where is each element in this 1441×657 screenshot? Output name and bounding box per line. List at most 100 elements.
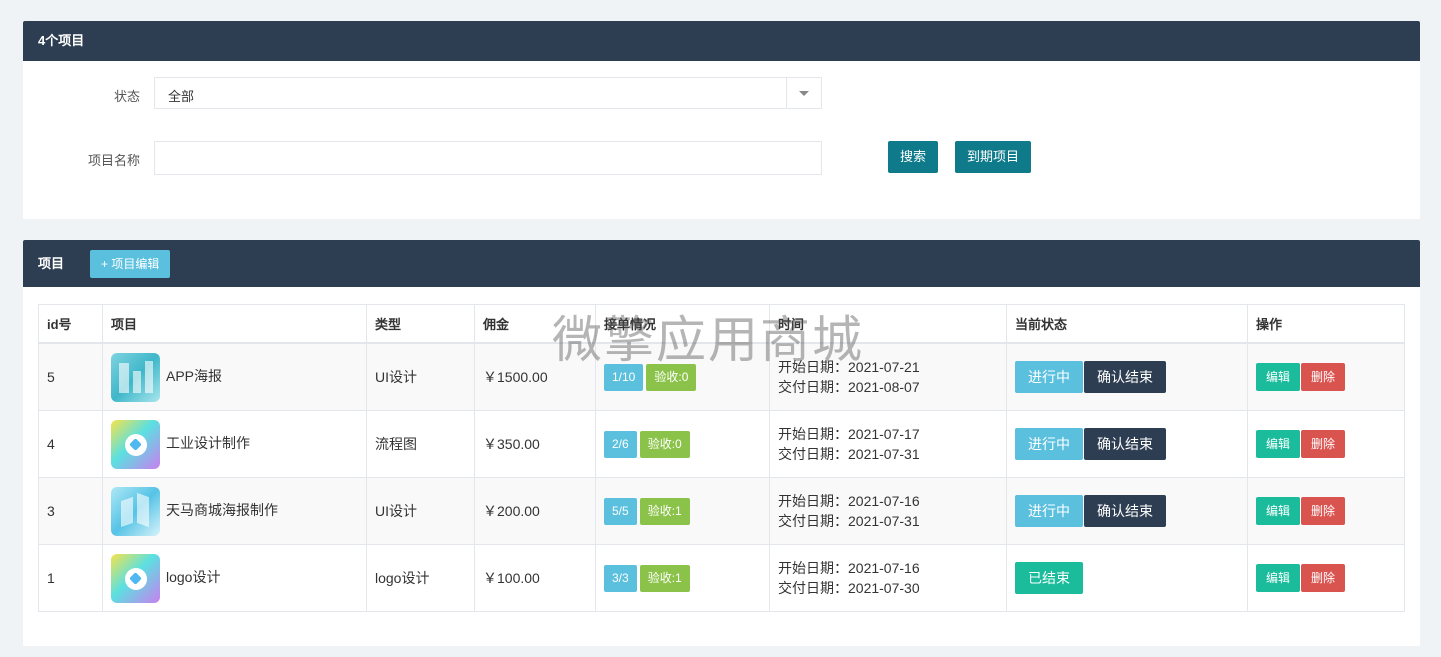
delete-button[interactable]: 删除 bbox=[1301, 497, 1346, 525]
status-select[interactable]: 全部 bbox=[154, 77, 822, 109]
project-list-header: 项目 + 项目编辑 bbox=[23, 240, 1420, 287]
cell-orders: 1/10 验收:0 bbox=[595, 342, 770, 411]
tag-icon bbox=[111, 553, 160, 603]
status-select-toggle[interactable] bbox=[786, 78, 821, 108]
col-actions: 操作 bbox=[1247, 304, 1405, 344]
col-status: 当前状态 bbox=[1006, 304, 1248, 344]
cell-time: 开始日期：2021-07-17 交付日期：2021-07-31 bbox=[769, 410, 1007, 478]
edit-button[interactable]: 编辑 bbox=[1256, 363, 1301, 391]
delete-button[interactable]: 删除 bbox=[1301, 363, 1346, 391]
cell-type: logo设计 bbox=[366, 544, 475, 612]
end-date: 交付日期：2021-07-31 bbox=[778, 446, 920, 462]
col-fee: 佣金 bbox=[474, 304, 596, 344]
cell-status: 进行中 确认结束 bbox=[1006, 410, 1248, 478]
accepted-badge: 验收:1 bbox=[639, 497, 690, 525]
cell-actions: 编辑 删除 bbox=[1247, 342, 1405, 411]
cell-time: 开始日期：2021-07-21 交付日期：2021-08-07 bbox=[769, 342, 1007, 411]
cell-project: APP海报 bbox=[102, 342, 367, 411]
cell-status: 已结束 bbox=[1006, 544, 1248, 612]
table-row: 4 工业设计制作 流程图 ￥350.00 2/6 验收:0 开始日期：2021-0… bbox=[38, 410, 1405, 478]
delete-button[interactable]: 删除 bbox=[1301, 564, 1346, 592]
start-date: 开始日期：2021-07-21 bbox=[778, 359, 920, 375]
tag-icon bbox=[111, 419, 160, 469]
col-project: 项目 bbox=[102, 304, 367, 344]
cell-time: 开始日期：2021-07-16 交付日期：2021-07-30 bbox=[769, 544, 1007, 612]
accepted-badge: 验收:1 bbox=[639, 564, 690, 592]
cell-status: 进行中 确认结束 bbox=[1006, 477, 1248, 545]
edit-button[interactable]: 编辑 bbox=[1256, 497, 1301, 525]
table-row: 1 logo设计 logo设计 ￥100.00 3/3 验收:1 开始日期：202… bbox=[38, 544, 1405, 612]
table-row: 3 天马商城海报制作 UI设计 ￥200.00 5/5 验收:1 开始日期：202… bbox=[38, 477, 1405, 545]
cell-project: logo设计 bbox=[102, 544, 367, 612]
project-table: id号 项目 类型 佣金 接单情况 时间 当前状态 操作 5 APP海报 UI设… bbox=[38, 304, 1405, 612]
in-progress-badge: 进行中 bbox=[1015, 428, 1083, 460]
filter-panel: 4个项目 状态 全部 项目名称 搜索 到期项目 bbox=[23, 21, 1420, 219]
start-date: 开始日期：2021-07-17 bbox=[778, 426, 920, 442]
cell-id: 3 bbox=[38, 477, 103, 545]
cell-type: 流程图 bbox=[366, 410, 475, 478]
col-type: 类型 bbox=[366, 304, 475, 344]
delete-button[interactable]: 删除 bbox=[1301, 430, 1346, 458]
cell-project: 工业设计制作 bbox=[102, 410, 367, 478]
project-name-label: 项目名称 bbox=[87, 153, 140, 168]
end-date: 交付日期：2021-07-31 bbox=[778, 513, 920, 529]
end-date: 交付日期：2021-08-07 bbox=[778, 379, 920, 395]
project-name: logo设计 bbox=[166, 568, 221, 585]
col-id: id号 bbox=[38, 304, 103, 344]
add-project-button[interactable]: + 项目编辑 bbox=[90, 250, 171, 278]
cell-fee: ￥1500.00 bbox=[474, 342, 596, 411]
cell-fee: ￥100.00 bbox=[474, 544, 596, 612]
orders-badge: 3/3 bbox=[604, 564, 637, 592]
cell-orders: 5/5 验收:1 bbox=[595, 477, 770, 545]
cell-id: 4 bbox=[38, 410, 103, 478]
cell-type: UI设计 bbox=[366, 477, 475, 545]
finished-badge: 已结束 bbox=[1015, 562, 1083, 594]
col-orders: 接单情况 bbox=[595, 304, 770, 344]
orders-badge: 5/5 bbox=[604, 497, 637, 525]
status-select-value: 全部 bbox=[168, 89, 195, 104]
col-time: 时间 bbox=[769, 304, 1007, 344]
confirm-end-button[interactable]: 确认结束 bbox=[1084, 495, 1166, 527]
cell-actions: 编辑 删除 bbox=[1247, 410, 1405, 478]
project-list-title: 项目 bbox=[38, 256, 65, 271]
cell-time: 开始日期：2021-07-16 交付日期：2021-07-31 bbox=[769, 477, 1007, 545]
project-name: 天马商城海报制作 bbox=[166, 501, 278, 518]
end-date: 交付日期：2021-07-30 bbox=[778, 580, 920, 596]
cell-id: 5 bbox=[38, 342, 103, 411]
in-progress-badge: 进行中 bbox=[1015, 361, 1083, 393]
cell-id: 1 bbox=[38, 544, 103, 612]
project-name: 工业设计制作 bbox=[166, 434, 250, 451]
accepted-badge: 验收:0 bbox=[639, 430, 690, 458]
in-progress-badge: 进行中 bbox=[1015, 495, 1083, 527]
project-name: APP海报 bbox=[166, 367, 223, 384]
poster-thumbnail bbox=[111, 352, 160, 402]
orders-badge: 2/6 bbox=[604, 430, 637, 458]
cell-orders: 3/3 验收:1 bbox=[595, 544, 770, 612]
orders-badge: 1/10 bbox=[604, 363, 644, 391]
cell-orders: 2/6 验收:0 bbox=[595, 410, 770, 478]
start-date: 开始日期：2021-07-16 bbox=[778, 493, 920, 509]
confirm-end-button[interactable]: 确认结束 bbox=[1084, 428, 1166, 460]
chevron-down-icon bbox=[799, 91, 809, 96]
confirm-end-button[interactable]: 确认结束 bbox=[1084, 361, 1166, 393]
project-name-input[interactable] bbox=[154, 141, 822, 175]
filter-panel-title: 4个项目 bbox=[23, 21, 1420, 61]
building-thumbnail bbox=[111, 486, 160, 536]
table-header-row: id号 项目 类型 佣金 接单情况 时间 当前状态 操作 bbox=[38, 304, 1405, 344]
cell-actions: 编辑 删除 bbox=[1247, 544, 1405, 612]
cell-status: 进行中 确认结束 bbox=[1006, 342, 1248, 411]
table-row: 5 APP海报 UI设计 ￥1500.00 1/10 验收:0 开始日期：2021… bbox=[38, 342, 1405, 411]
cell-type: UI设计 bbox=[366, 342, 475, 411]
project-list-panel: 项目 + 项目编辑 id号 项目 类型 佣金 接单情况 时间 当前状态 操作 5 bbox=[23, 240, 1420, 646]
edit-button[interactable]: 编辑 bbox=[1256, 430, 1301, 458]
status-label: 状态 bbox=[113, 89, 140, 104]
cell-project: 天马商城海报制作 bbox=[102, 477, 367, 545]
expired-projects-button[interactable]: 到期项目 bbox=[955, 141, 1032, 173]
start-date: 开始日期：2021-07-16 bbox=[778, 560, 920, 576]
search-button[interactable]: 搜索 bbox=[888, 141, 939, 173]
cell-actions: 编辑 删除 bbox=[1247, 477, 1405, 545]
accepted-badge: 验收:0 bbox=[646, 363, 697, 391]
cell-fee: ￥350.00 bbox=[474, 410, 596, 478]
cell-fee: ￥200.00 bbox=[474, 477, 596, 545]
edit-button[interactable]: 编辑 bbox=[1256, 564, 1301, 592]
